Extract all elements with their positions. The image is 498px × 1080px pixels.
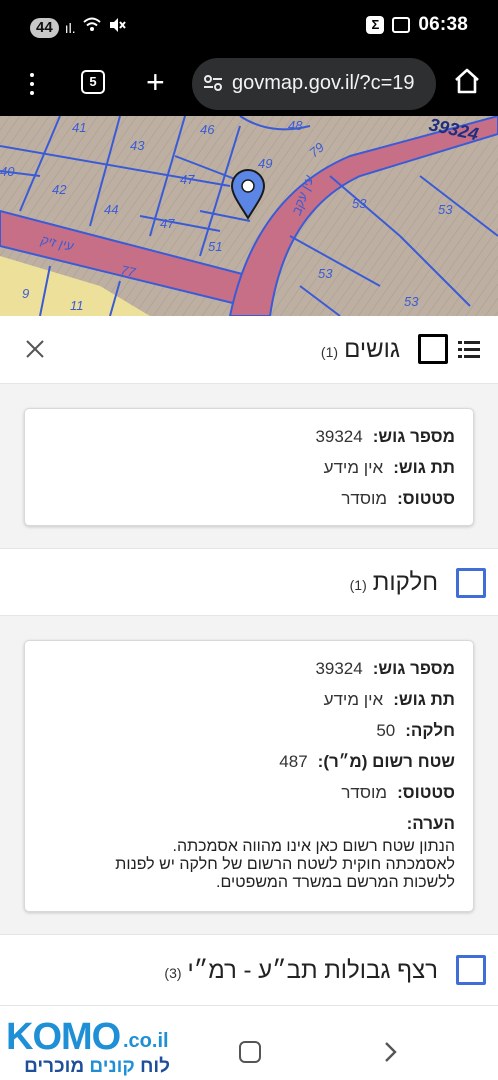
- parcel-label: 41: [72, 120, 86, 135]
- block-number-row: מספר גוש:39324: [315, 427, 455, 446]
- wifi-icon: [82, 17, 102, 38]
- status-left: 44 ıl.: [30, 16, 126, 39]
- home-button[interactable]: [239, 1041, 261, 1063]
- clock: 06:38: [418, 14, 468, 35]
- block-number-row: מספר גוש:39324: [315, 659, 455, 678]
- helkot-header: חלקות(1): [0, 548, 498, 616]
- parcel-label: 43: [130, 138, 145, 153]
- parcel-label: 53: [352, 196, 367, 211]
- komo-brand: KOMO: [6, 1016, 121, 1058]
- status-bar: 44 ıl. Σ 06:38: [0, 0, 498, 52]
- parcel-label: 51: [208, 239, 222, 254]
- gushim-title: גושים(1): [320, 336, 400, 363]
- parcel-row: חלקה:50: [376, 721, 455, 740]
- browser-toolbar: 5 + govmap.gov.il/?c=19: [0, 52, 498, 116]
- tab-switcher-button[interactable]: 5: [81, 70, 105, 94]
- close-icon[interactable]: [24, 338, 46, 360]
- parcel-label: 40: [0, 164, 15, 179]
- parcel-label: 42: [52, 182, 67, 197]
- home-icon[interactable]: [452, 66, 482, 96]
- sub-block-row: תת גוש:אין מידע: [323, 690, 455, 709]
- gushim-area: מספר גוש:39324 תת גוש:אין מידע סטטוס:מוס…: [0, 384, 498, 548]
- parcel-label: 46: [200, 122, 215, 137]
- screen-record-icon: [392, 17, 411, 33]
- parcel-label: 47: [180, 172, 195, 187]
- mute-icon: [108, 16, 126, 39]
- layers-list-icon[interactable]: [458, 338, 480, 360]
- site-settings-icon[interactable]: [202, 72, 224, 94]
- tabaa-header: רצף גבולות תב״ע - רמ״י(3): [0, 934, 498, 1006]
- status-row: סטטוס:מוסדר: [341, 489, 455, 508]
- helkot-card: מספר גוש:39324 תת גוש:אין מידע חלקה:50 ש…: [24, 640, 474, 912]
- map-view[interactable]: 41 46 48 43 40 42 47 49 44 47 51 9 11 53…: [0, 116, 498, 316]
- notification-count-badge: 44: [30, 17, 59, 38]
- address-bar[interactable]: govmap.gov.il/?c=19: [192, 58, 436, 110]
- parcel-label: 53: [404, 294, 419, 309]
- gushim-card: מספר גוש:39324 תת גוש:אין מידע סטטוס:מוס…: [24, 408, 474, 526]
- parcel-label: 11: [70, 298, 84, 313]
- parcel-label: 44: [104, 202, 118, 217]
- new-tab-icon[interactable]: +: [146, 66, 165, 98]
- helkot-checkbox[interactable]: [456, 568, 486, 598]
- parcel-label: 49: [258, 156, 272, 171]
- app-indicator-icon: Σ: [366, 16, 385, 34]
- gushim-header: גושים(1): [0, 316, 498, 384]
- menu-dots-icon[interactable]: [22, 70, 42, 98]
- helkot-area: מספר גוש:39324 תת גוש:אין מידע חלקה:50 ש…: [0, 616, 498, 934]
- helkot-title: חלקות(1): [349, 569, 438, 596]
- registered-area-row: שטח רשום (מ״ר):487: [279, 752, 455, 771]
- info-panel: גושים(1) מספר גוש:39324 תת גוש:אין מידע …: [0, 316, 498, 1014]
- status-row: סטטוס:מוסדר: [341, 783, 455, 802]
- note-label: הערה:: [406, 814, 455, 833]
- signal-icon: ıl.: [64, 19, 76, 36]
- komo-tagline: לוח קונים מוכרים: [24, 1056, 170, 1077]
- parcel-label: 53: [318, 266, 333, 281]
- gushim-checkbox[interactable]: [418, 334, 448, 364]
- komo-watermark-logo: KOMO .co.il לוח קונים מוכרים: [6, 1016, 176, 1078]
- komo-suffix: .co.il: [123, 1030, 169, 1052]
- parcel-label: 48: [288, 118, 303, 133]
- status-right: Σ 06:38: [366, 14, 468, 36]
- parcel-label: 53: [438, 202, 453, 217]
- system-navigation-bar: KOMO .co.il לוח קונים מוכרים: [0, 1014, 498, 1080]
- url-text[interactable]: govmap.gov.il/?c=19: [232, 72, 415, 95]
- parcel-label: 47: [160, 216, 175, 231]
- note-text: הנתון שטח רשום כאן אינו מהווה אסמכתה. לא…: [115, 838, 455, 891]
- back-chevron-icon[interactable]: [378, 1040, 402, 1064]
- tabaa-title: רצף גבולות תב״ע - רמ״י(3): [164, 957, 438, 984]
- tabaa-checkbox[interactable]: [456, 955, 486, 985]
- parcel-label: 9: [22, 286, 29, 301]
- sub-block-row: תת גוש:אין מידע: [323, 458, 455, 477]
